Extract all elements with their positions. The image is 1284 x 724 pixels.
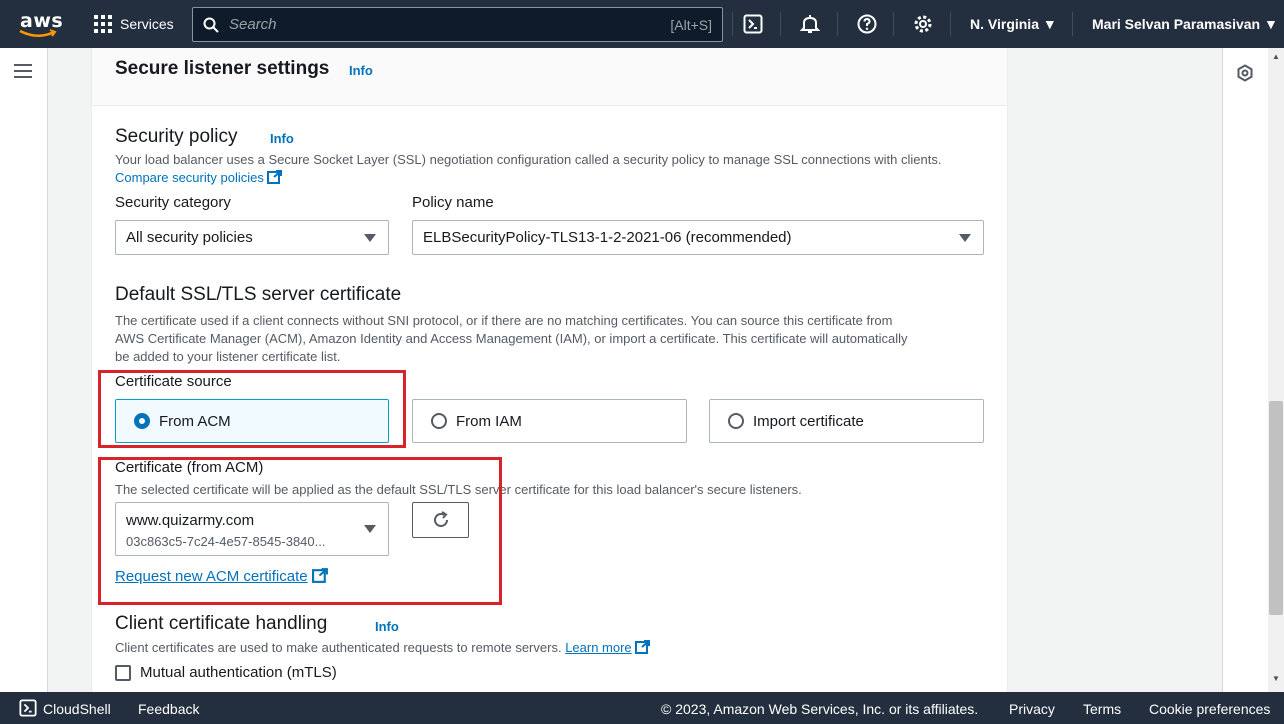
certificate-heading: Default SSL/TLS server certificate — [115, 284, 402, 305]
top-navigation: aws Services Search [Alt+S] N. Virginia … — [0, 0, 1284, 48]
certificate-description-line: be added to your listener certificate li… — [115, 349, 341, 364]
side-navigation-rail — [0, 48, 48, 692]
user-menu[interactable]: Mari Selvan Paramasivan ▼ — [1092, 16, 1278, 32]
cloudshell-link[interactable]: CloudShell — [43, 701, 111, 717]
copyright-text: © 2023, Amazon Web Services, Inc. or its… — [661, 701, 979, 717]
radio-unselected-icon[interactable] — [728, 413, 744, 429]
source-import-label: Import certificate — [753, 412, 864, 430]
services-menu-button[interactable]: Services — [76, 0, 174, 48]
certificate-description-line: AWS Certificate Manager (ACM), Amazon Id… — [115, 331, 908, 346]
cloudshell-icon[interactable] — [741, 12, 765, 36]
nav-divider — [893, 12, 894, 36]
certificate-description-line: The certificate used if a client connect… — [115, 313, 893, 328]
search-input[interactable]: Search [Alt+S] — [192, 7, 723, 42]
security-category-value: All security policies — [126, 229, 253, 246]
terms-link[interactable]: Terms — [1083, 701, 1121, 717]
source-from-iam-tile[interactable]: From IAM — [412, 399, 687, 443]
caret-down-icon — [364, 234, 376, 242]
title-info-link[interactable]: Info — [349, 63, 373, 78]
feedback-link[interactable]: Feedback — [138, 701, 199, 717]
security-policy-text: Your load balancer uses a Secure Socket … — [115, 152, 942, 167]
security-category-select[interactable]: All security policies — [115, 220, 389, 255]
security-policy-description: Your load balancer uses a Secure Socket … — [115, 151, 975, 187]
vertical-scrollbar[interactable]: ▲ ▼ — [1268, 48, 1284, 692]
client-cert-text: Client certificates are used to make aut… — [115, 640, 562, 655]
mtls-label: Mutual authentication (mTLS) — [140, 664, 337, 681]
learn-more-link[interactable]: Learn more — [565, 640, 631, 655]
page-title: Secure listener settings — [115, 58, 330, 79]
security-policy-info-link[interactable]: Info — [270, 131, 294, 146]
client-cert-info-link[interactable]: Info — [375, 619, 399, 634]
hamburger-menu-icon[interactable] — [14, 64, 32, 82]
client-cert-heading: Client certificate handling — [115, 613, 328, 634]
external-link-icon — [635, 640, 651, 654]
scroll-up-icon[interactable]: ▲ — [1272, 52, 1280, 61]
nav-divider — [950, 12, 951, 36]
security-policy-heading: Security policy — [115, 126, 238, 147]
certificate-description: The certificate used if a client connect… — [115, 312, 985, 366]
aws-logo[interactable]: aws — [0, 0, 76, 48]
external-link-icon — [267, 170, 283, 184]
nav-divider — [780, 12, 781, 36]
services-label: Services — [120, 16, 174, 32]
highlight-box-certificate-source — [98, 370, 406, 448]
nav-divider — [732, 12, 733, 36]
cookie-preferences-link[interactable]: Cookie preferences — [1149, 701, 1270, 717]
caret-down-icon — [959, 234, 971, 242]
source-from-iam-label: From IAM — [456, 412, 522, 430]
radio-unselected-icon[interactable] — [431, 413, 447, 429]
gear-icon[interactable] — [911, 12, 935, 36]
security-category-label: Security category — [115, 194, 231, 211]
right-tools-rail — [1222, 48, 1268, 692]
footer-bar: CloudShell Feedback © 2023, Amazon Web S… — [0, 692, 1284, 724]
search-shortcut: [Alt+S] — [670, 16, 712, 33]
aws-smile-icon — [19, 29, 57, 37]
policy-name-value: ELBSecurityPolicy-TLS13-1-2-2021-06 (rec… — [423, 229, 792, 246]
mtls-checkbox[interactable] — [115, 665, 131, 681]
nav-divider — [1072, 12, 1073, 36]
privacy-link[interactable]: Privacy — [1009, 701, 1055, 717]
policy-name-label: Policy name — [412, 194, 494, 211]
search-icon — [203, 17, 219, 33]
policy-name-select[interactable]: ELBSecurityPolicy-TLS13-1-2-2021-06 (rec… — [412, 220, 984, 255]
region-selector[interactable]: N. Virginia ▼ — [970, 16, 1057, 32]
nav-divider — [837, 12, 838, 36]
highlight-box-acm-certificate — [98, 457, 502, 605]
bell-icon[interactable] — [798, 12, 822, 36]
hexagon-icon[interactable] — [1236, 64, 1254, 82]
source-import-tile[interactable]: Import certificate — [709, 399, 984, 443]
scroll-down-icon[interactable]: ▼ — [1272, 674, 1280, 683]
client-cert-description: Client certificates are used to make aut… — [115, 639, 975, 657]
compare-policies-link[interactable]: Compare security policies — [115, 170, 264, 185]
help-icon[interactable] — [855, 12, 879, 36]
cloudshell-icon[interactable] — [19, 699, 37, 717]
search-placeholder: Search — [229, 16, 277, 33]
grid-icon — [94, 15, 112, 33]
scrollbar-thumb[interactable] — [1269, 401, 1283, 615]
